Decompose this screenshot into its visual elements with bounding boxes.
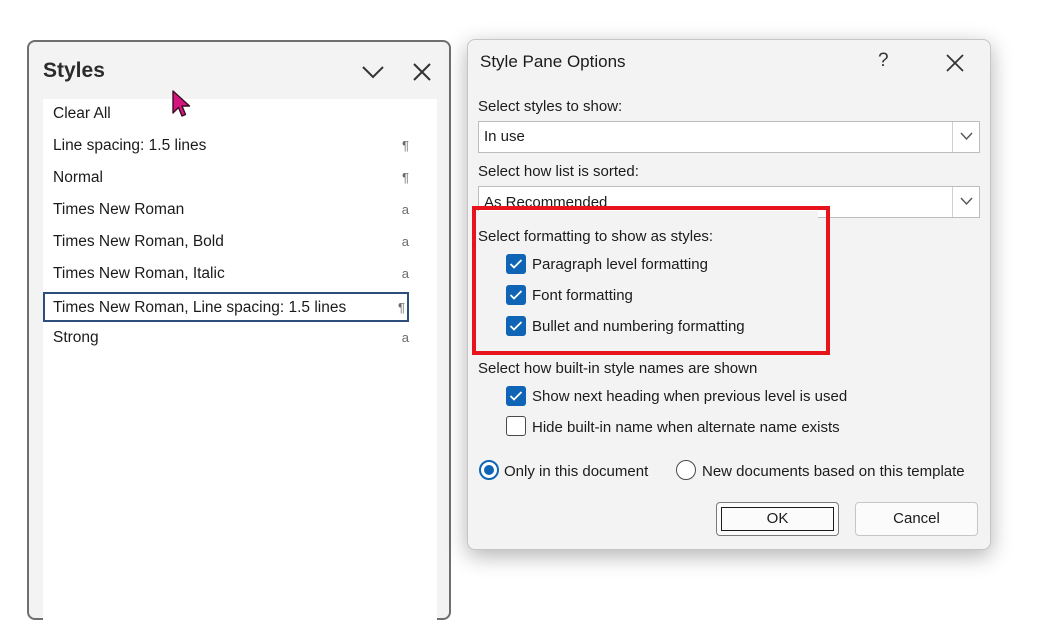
character-style-icon: a [401,202,409,217]
hide-builtin-name-checkbox[interactable] [506,416,526,436]
styles-pane-title: Styles [43,59,105,82]
only-this-document-radio[interactable] [479,460,499,480]
annotation-highlight-box [472,206,830,355]
style-item-label: Strong [53,329,99,346]
style-item-times-new-roman-line-spacing[interactable]: Times New Roman, Line spacing: 1.5 lines… [43,292,409,322]
style-item-normal[interactable]: Normal ¶ [43,164,409,194]
character-style-icon: a [401,266,409,281]
paragraph-mark-icon: ¶ [402,170,409,185]
cancel-button[interactable]: Cancel [855,502,978,536]
styles-pane: Styles Clear All Line spacing: 1.5 lines… [27,40,451,639]
style-item-label: Times New Roman, Line spacing: 1.5 lines [53,299,347,316]
builtin-names-label: Select how built-in style names are show… [478,360,758,377]
help-button[interactable]: ? [878,50,889,72]
character-style-icon: a [401,330,409,345]
dialog-close-icon[interactable] [944,52,966,74]
dropdown-arrow-icon[interactable] [952,122,979,152]
styles-to-show-value: In use [484,128,525,145]
style-item-clear-all[interactable]: Clear All [43,100,409,130]
only-this-document-label[interactable]: Only in this document [504,463,648,480]
chevron-down-icon[interactable] [361,62,385,82]
style-item-line-spacing[interactable]: Line spacing: 1.5 lines ¶ [43,132,409,162]
styles-to-show-select[interactable]: In use [478,121,980,153]
mouse-cursor-icon [171,89,193,119]
style-item-times-new-roman-bold[interactable]: Times New Roman, Bold a [43,228,409,258]
styles-list: Clear All Line spacing: 1.5 lines ¶ Norm… [43,99,437,639]
dropdown-arrow-icon[interactable] [952,187,979,217]
style-item-times-new-roman[interactable]: Times New Roman a [43,196,409,226]
close-icon[interactable] [410,60,434,84]
hide-builtin-name-label[interactable]: Hide built-in name when alternate name e… [532,419,840,436]
new-documents-radio[interactable] [676,460,696,480]
style-item-label: Times New Roman, Bold [53,233,224,250]
character-style-icon: a [401,234,409,249]
show-next-heading-label[interactable]: Show next heading when previous level is… [532,388,847,405]
dialog-title: Style Pane Options [480,52,626,71]
new-documents-label[interactable]: New documents based on this template [702,463,965,480]
style-item-strong[interactable]: Strong a [43,324,409,354]
paragraph-mark-icon: ¶ [402,138,409,153]
cancel-button-label: Cancel [893,510,940,527]
style-item-label: Line spacing: 1.5 lines [53,137,207,154]
styles-to-show-label: Select styles to show: [478,98,623,115]
paragraph-mark-icon: ¶ [398,300,405,315]
show-next-heading-checkbox[interactable] [506,386,526,406]
style-item-times-new-roman-italic[interactable]: Times New Roman, Italic a [43,260,409,290]
style-item-label: Times New Roman, Italic [53,265,225,282]
sort-label: Select how list is sorted: [478,163,639,180]
style-item-label: Times New Roman [53,201,185,218]
ok-button[interactable]: OK [716,502,839,536]
style-item-label: Clear All [53,105,111,122]
style-item-label: Normal [53,169,103,186]
